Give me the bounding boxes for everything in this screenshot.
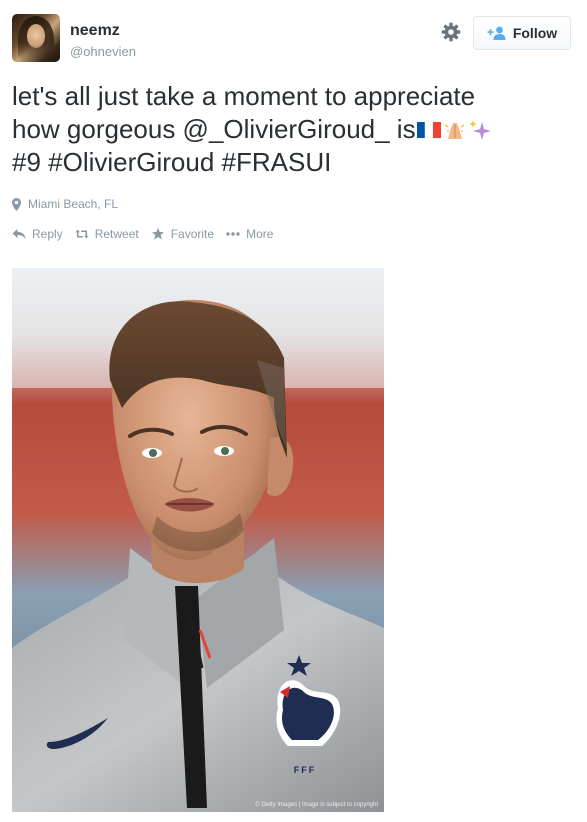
location-label: Miami Beach, FL	[28, 197, 119, 211]
tweet-actions: Reply Retweet Favorite More	[12, 227, 273, 241]
avatar-face	[27, 24, 45, 48]
tweet-line-2: how gorgeous @_OlivierGiroud_ is	[12, 113, 577, 146]
map-pin-icon	[12, 197, 21, 211]
tweet-line-2-text: how gorgeous @_OlivierGiroud_ is	[12, 114, 416, 144]
more-label: More	[246, 227, 274, 241]
player-photo-illustration: FFF	[12, 268, 384, 812]
favorite-label: Favorite	[170, 227, 215, 241]
reply-button[interactable]: Reply	[12, 227, 63, 241]
location[interactable]: Miami Beach, FL	[12, 197, 118, 211]
more-dots-icon	[226, 232, 240, 236]
star-icon	[151, 228, 164, 240]
retweet-button[interactable]: Retweet	[75, 227, 139, 241]
reply-icon	[12, 229, 26, 239]
svg-text:FFF: FFF	[294, 765, 317, 775]
retweet-label: Retweet	[94, 227, 139, 241]
tweet-line-3: #9 #OlivierGiroud #FRASUI	[12, 147, 332, 177]
follow-button[interactable]: Follow	[473, 16, 571, 50]
tweet-line-1: let's all just take a moment to apprecia…	[12, 81, 476, 111]
praying-hands-icon	[444, 122, 464, 139]
france-flag-icon	[416, 121, 441, 139]
tweet-photo[interactable]: FFF © Getty Images | Image is subject to…	[12, 268, 384, 812]
gear-icon[interactable]	[441, 22, 461, 42]
add-user-icon	[487, 26, 506, 40]
display-name[interactable]: neemz	[70, 22, 120, 40]
reply-label: Reply	[32, 227, 63, 241]
more-button[interactable]: More	[226, 227, 273, 241]
favorite-button[interactable]: Favorite	[151, 227, 214, 241]
tweet-text: let's all just take a moment to apprecia…	[12, 80, 577, 179]
user-handle[interactable]: @ohnevien	[70, 44, 136, 59]
retweet-icon	[75, 229, 89, 239]
sparkles-icon	[468, 120, 491, 140]
avatar[interactable]	[12, 14, 60, 62]
follow-button-label: Follow	[512, 25, 558, 41]
photo-credit: © Getty Images | Image is subject to cop…	[255, 802, 378, 808]
